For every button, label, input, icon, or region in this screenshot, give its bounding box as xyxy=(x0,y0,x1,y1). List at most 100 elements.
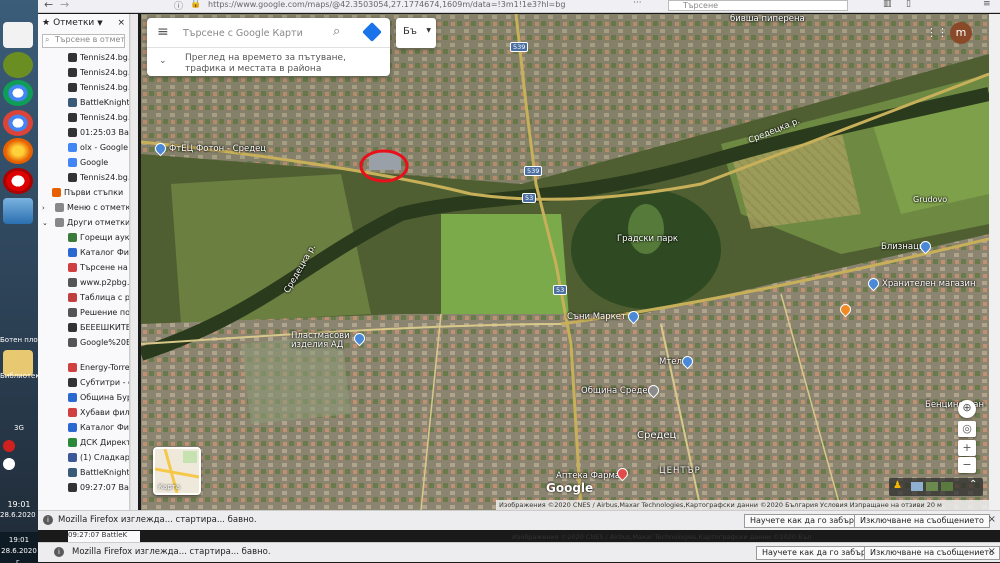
browser-search-input[interactable]: Търсене xyxy=(668,0,848,11)
bookmark-item[interactable]: ДСК Директ xyxy=(38,435,129,450)
search-icon[interactable]: ⌕ xyxy=(333,24,340,39)
favicon-icon xyxy=(68,278,77,287)
bookmark-search-input[interactable]: ⌕ Търсене в отметките xyxy=(42,34,125,48)
address-bar[interactable]: https://www.google.com/maps/@42.3503054,… xyxy=(208,0,628,11)
favicon-icon xyxy=(68,158,77,167)
bookmark-item[interactable]: Първи стъпки xyxy=(38,185,129,200)
bookmark-item[interactable]: Google xyxy=(38,155,129,170)
directions-icon[interactable] xyxy=(362,22,382,42)
map-canvas[interactable]: ФтЕЦ Фотон - Средец Градски парк Средецк… xyxy=(141,14,989,510)
star-icon: ★ xyxy=(42,18,51,28)
zoom-in-button[interactable]: + xyxy=(958,440,976,456)
bookmark-item[interactable]: БЕЕЕШКИТЕ РЕШ xyxy=(38,320,129,335)
language-selector[interactable]: Бъ ▼ xyxy=(396,18,436,48)
bookmark-item[interactable]: olx - Google Т xyxy=(38,140,129,155)
label-sunny-market[interactable]: Съни Маркет xyxy=(567,312,626,322)
compass-icon[interactable]: ⊕ xyxy=(958,400,976,418)
opera-icon[interactable] xyxy=(3,168,33,194)
map-attribution[interactable]: Изображения ©2020 CNES / Airbus,Maxar Te… xyxy=(496,500,989,510)
firefox-icon[interactable] xyxy=(3,138,33,164)
chevron-up-icon[interactable]: ⌃ xyxy=(969,479,977,490)
close-icon[interactable]: × xyxy=(988,546,996,557)
bookmark-item[interactable]: BattleKnight xyxy=(38,465,129,480)
label-grudovo: Grudovo xyxy=(913,195,948,204)
menu-icon[interactable]: ≡ xyxy=(983,0,991,9)
forward-icon[interactable]: → xyxy=(60,0,69,11)
chrome-icon[interactable] xyxy=(3,80,33,106)
bookmark-item[interactable]: Хубави филми | xyxy=(38,405,129,420)
bookmark-item[interactable]: Energy-Torrent xyxy=(38,360,129,375)
info-icon[interactable]: ⓘ xyxy=(174,0,183,12)
bookmark-item[interactable]: Субтитри - свал xyxy=(38,375,129,390)
bookmark-item[interactable]: › Меню с отметки xyxy=(38,200,129,215)
bookmark-item[interactable]: Tennis24.bg. В xyxy=(38,170,129,185)
bookmark-item[interactable]: Каталог Филми xyxy=(38,245,129,260)
bookmark-item[interactable]: Каталог Филми xyxy=(38,420,129,435)
folder-icon xyxy=(55,218,64,227)
thumbnail-icon[interactable] xyxy=(941,482,953,491)
file-icon[interactable] xyxy=(3,22,33,48)
label-bliznatsi[interactable]: Близнаци xyxy=(881,242,924,252)
thumbnail-icon[interactable] xyxy=(926,482,938,491)
disable-message-button[interactable]: Изключване на съобщението xyxy=(854,514,990,528)
imagery-strip[interactable]: ♟ ⌃ xyxy=(889,478,983,496)
label-plastics[interactable]: Пластмасови изделия АД xyxy=(291,332,355,350)
label-pepper-factory[interactable]: бивша пиперена xyxy=(730,14,805,24)
avatar[interactable]: m xyxy=(950,22,972,44)
favicon-icon xyxy=(52,188,61,197)
bookmark-label: Търсене на сток xyxy=(80,263,129,272)
my-location-button[interactable]: ◎ xyxy=(958,421,976,437)
favicon-icon xyxy=(68,378,77,387)
bookmark-item[interactable]: www.p2pbg.com xyxy=(38,275,129,290)
tray-date: 28.6.2020 г. xyxy=(0,511,38,519)
bookmark-item[interactable]: Търсене на сток xyxy=(38,260,129,275)
layers-toggle[interactable]: Карта xyxy=(153,447,201,495)
more-actions-icon[interactable]: ··· xyxy=(633,0,642,8)
bookmark-item[interactable]: 09:27:07 BattleK xyxy=(38,480,129,495)
bookmark-label: Tennis24.bg. Т xyxy=(80,53,129,62)
thumbnail-icon[interactable] xyxy=(911,482,923,491)
app-icon[interactable] xyxy=(3,52,33,78)
bookmark-item[interactable]: Tennis24.bg. В xyxy=(38,80,129,95)
chevron-down-icon[interactable]: ▼ xyxy=(97,19,102,27)
label-city-park[interactable]: Градски парк xyxy=(617,234,678,244)
bookmark-item[interactable]: Google%20Earth. xyxy=(38,335,129,350)
pegman-icon[interactable]: ♟ xyxy=(893,480,902,491)
bookmark-item[interactable]: Таблица с разм xyxy=(38,290,129,305)
tray-icon[interactable] xyxy=(3,458,15,470)
bookmark-item[interactable]: BattleKnight xyxy=(38,95,129,110)
label-ftec-foton[interactable]: ФтЕЦ Фотон - Средец xyxy=(169,144,266,154)
bookmark-item[interactable]: Решение по Гра xyxy=(38,305,129,320)
close-icon[interactable]: × xyxy=(117,18,125,28)
bookmark-label: Първи стъпки xyxy=(64,188,124,197)
library-icon[interactable]: ▥ xyxy=(883,0,892,9)
chevron-down-icon[interactable]: ⌄ xyxy=(159,56,167,66)
hamburger-menu-icon[interactable]: ≡ xyxy=(157,24,169,40)
label-mtel[interactable]: Мтел xyxy=(659,357,682,367)
chrome-icon[interactable] xyxy=(3,110,33,136)
sidebar-toggle-icon[interactable]: ▯ xyxy=(906,0,911,9)
bookmark-item[interactable]: Tennis24.bg. В xyxy=(38,65,129,80)
label-municipality[interactable]: Община Средец xyxy=(581,386,653,396)
label-grocery[interactable]: Хранителен магазин xyxy=(882,279,976,289)
close-icon[interactable]: × xyxy=(988,514,996,525)
bookmark-item[interactable]: Tennis24.bg. Т xyxy=(38,50,129,65)
bookmark-item[interactable]: ⌄ Други отметки xyxy=(38,215,129,230)
bookmark-item[interactable]: Горещи аукцион xyxy=(38,230,129,245)
settings-icon[interactable] xyxy=(3,198,33,224)
bookmark-item[interactable]: Tennis24.bg. В xyxy=(38,110,129,125)
taskbar-clock[interactable]: 19:01 28.6.2020 г. xyxy=(0,532,38,563)
google-logo: Google xyxy=(546,481,594,495)
sidebar-scrollbar[interactable] xyxy=(130,14,138,510)
sidebar-title[interactable]: Отметки xyxy=(53,18,94,28)
map-search-input[interactable]: Търсене с Google Карти xyxy=(183,28,333,39)
tray-icon[interactable] xyxy=(3,440,15,452)
bookmark-item[interactable]: 01:25:03 Battle xyxy=(38,125,129,140)
disable-message-button[interactable]: Изключване на съобщението xyxy=(864,546,1000,560)
zoom-out-button[interactable]: − xyxy=(958,457,976,473)
traffic-hint[interactable]: Преглед на времето за пътуване, трафика … xyxy=(185,53,385,75)
label-pharmacy[interactable]: Аптека Фарма xyxy=(556,471,620,481)
bookmark-item[interactable]: Община Бургас xyxy=(38,390,129,405)
bookmark-item[interactable]: (1) Сладкарски xyxy=(38,450,129,465)
back-icon[interactable]: ← xyxy=(44,0,53,11)
